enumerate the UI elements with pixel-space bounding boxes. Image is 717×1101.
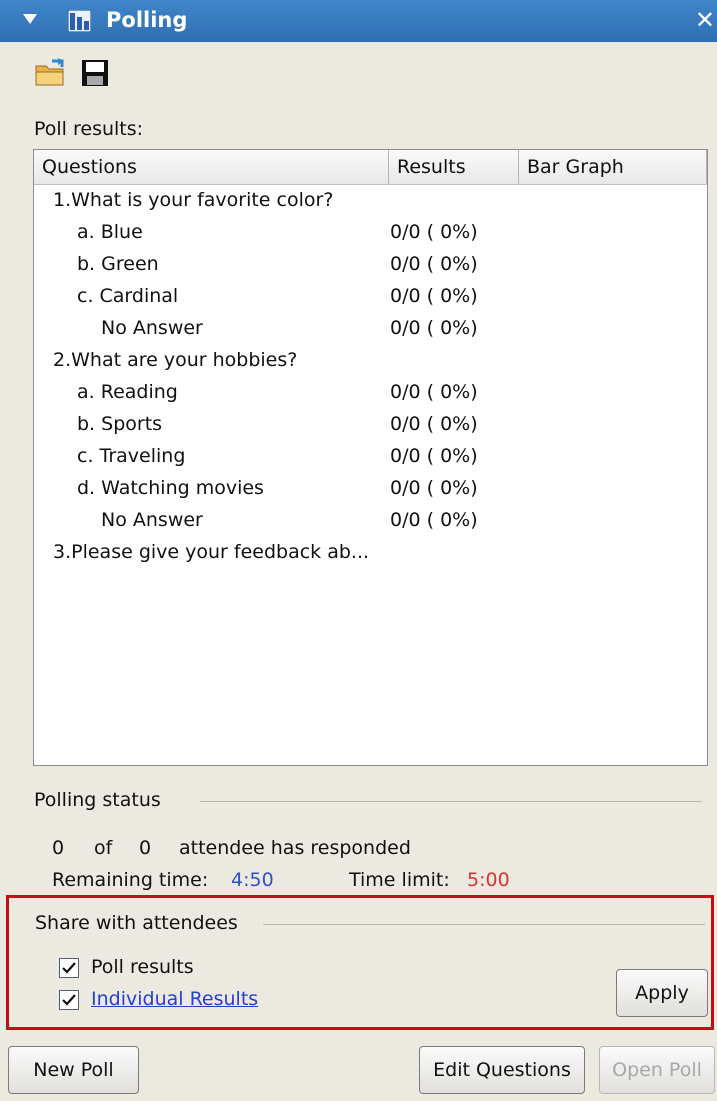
open-folder-icon[interactable] <box>34 57 66 89</box>
question-text: 1.What is your favorite color? <box>53 189 334 211</box>
answer-text: b. Sports <box>77 413 163 435</box>
checkmark-icon <box>62 994 76 1006</box>
answer-text: c. Cardinal <box>77 285 179 307</box>
share-with-attendees-panel: Share with attendees Poll results Indivi… <box>6 895 714 1030</box>
share-title: Share with attendees <box>35 912 238 934</box>
individual-results-checkbox[interactable] <box>59 990 79 1010</box>
answer-result: 0/0 ( 0%) <box>390 381 478 403</box>
answer-result: 0/0 ( 0%) <box>390 221 478 243</box>
table-row[interactable]: a. Reading 0/0 ( 0%) <box>34 377 707 409</box>
table-row[interactable]: 3.Please give your feedback ab... <box>34 537 707 569</box>
polling-icon <box>68 10 91 32</box>
table-row[interactable]: No Answer 0/0 ( 0%) <box>34 505 707 537</box>
column-header-questions[interactable]: Questions <box>34 150 389 184</box>
answer-result: 0/0 ( 0%) <box>390 253 478 275</box>
answer-text: b. Green <box>77 253 159 275</box>
total-count: 0 <box>139 837 152 859</box>
close-icon[interactable]: ✕ <box>695 6 715 34</box>
poll-results-label: Poll results: <box>34 118 144 140</box>
table-row[interactable]: b. Green 0/0 ( 0%) <box>34 249 707 281</box>
question-text: 3.Please give your feedback ab... <box>53 541 370 563</box>
open-poll-button: Open Poll <box>599 1046 715 1094</box>
remaining-time-value: 4:50 <box>231 869 274 891</box>
table-row[interactable]: No Answer 0/0 ( 0%) <box>34 313 707 345</box>
individual-results-link[interactable]: Individual Results <box>91 988 258 1010</box>
table-row[interactable]: c. Cardinal 0/0 ( 0%) <box>34 281 707 313</box>
polling-status-title: Polling status <box>34 789 161 811</box>
of-label: of <box>94 837 113 859</box>
responded-count: 0 <box>52 837 65 859</box>
time-limit-value: 5:00 <box>467 869 510 891</box>
table-row[interactable]: 2.What are your hobbies? <box>34 345 707 377</box>
table-row[interactable]: b. Sports 0/0 ( 0%) <box>34 409 707 441</box>
answer-text: d. Watching movies <box>77 477 264 499</box>
poll-results-checkbox-label[interactable]: Poll results <box>91 956 194 978</box>
remaining-time-label: Remaining time: <box>52 869 209 891</box>
divider <box>200 801 702 802</box>
table-row[interactable]: d. Watching movies 0/0 ( 0%) <box>34 473 707 505</box>
column-header-results[interactable]: Results <box>389 150 519 184</box>
column-header-bar-graph[interactable]: Bar Graph <box>519 150 707 184</box>
responded-text: attendee has responded <box>179 837 411 859</box>
table-header: Questions Results Bar Graph <box>34 150 707 185</box>
question-text: 2.What are your hobbies? <box>53 349 298 371</box>
poll-results-checkbox[interactable] <box>59 958 79 978</box>
table-row[interactable]: 1.What is your favorite color? <box>34 185 707 217</box>
divider <box>263 924 705 925</box>
answer-result: 0/0 ( 0%) <box>390 413 478 435</box>
save-icon[interactable] <box>79 57 111 89</box>
new-poll-button[interactable]: New Poll <box>8 1046 139 1094</box>
table-row[interactable]: a. Blue 0/0 ( 0%) <box>34 217 707 249</box>
window-title: Polling <box>106 8 188 32</box>
answer-result: 0/0 ( 0%) <box>390 509 478 531</box>
checkmark-icon <box>62 962 76 974</box>
time-limit-label: Time limit: <box>349 869 450 891</box>
edit-questions-button[interactable]: Edit Questions <box>419 1046 585 1094</box>
no-answer-text: No Answer <box>101 509 203 531</box>
title-bar: Polling ✕ <box>0 0 717 42</box>
poll-results-table[interactable]: Questions Results Bar Graph 1.What is yo… <box>33 149 708 766</box>
answer-result: 0/0 ( 0%) <box>390 477 478 499</box>
apply-button[interactable]: Apply <box>616 969 708 1017</box>
answer-result: 0/0 ( 0%) <box>390 445 478 467</box>
collapse-arrow-icon[interactable] <box>23 14 37 24</box>
no-answer-text: No Answer <box>101 317 203 339</box>
answer-result: 0/0 ( 0%) <box>390 285 478 307</box>
answer-text: a. Reading <box>77 381 178 403</box>
answer-result: 0/0 ( 0%) <box>390 317 478 339</box>
answer-text: c. Traveling <box>77 445 186 467</box>
table-row[interactable]: c. Traveling 0/0 ( 0%) <box>34 441 707 473</box>
answer-text: a. Blue <box>77 221 143 243</box>
